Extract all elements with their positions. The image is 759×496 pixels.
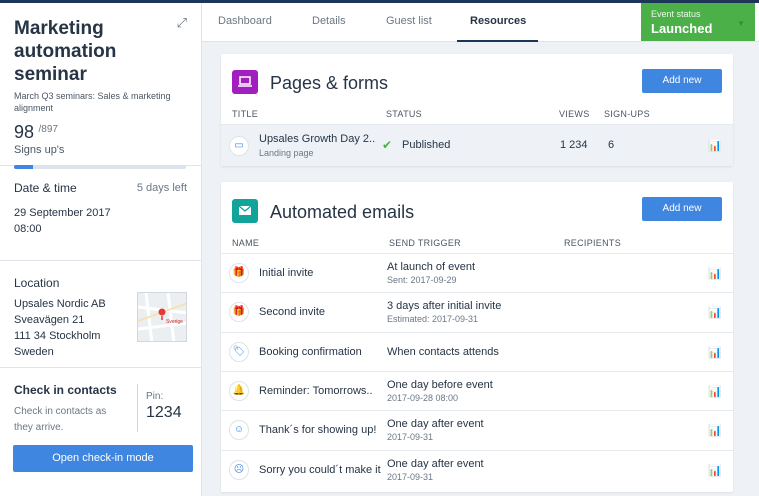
col-status: STATUS [386, 109, 422, 119]
col-views: VIEWS [559, 109, 590, 119]
map-pin-icon [158, 308, 166, 316]
bar-chart-icon[interactable]: 📊 [708, 346, 722, 359]
send-trigger: One day after event [387, 418, 484, 431]
col-title: TITLE [232, 109, 259, 119]
bar-chart-icon[interactable]: 📊 [708, 139, 722, 152]
signups-count: 98 /897 [14, 122, 187, 143]
email-name: Sorry you could´t make it [259, 463, 381, 476]
pages-forms-card: Pages & forms Add new TITLE STATUS VIEWS… [221, 54, 733, 166]
send-trigger: One day after event [387, 457, 484, 470]
page-status: Published [402, 139, 451, 151]
email-row[interactable]: 🔔 Reminder: Tomorrows.. One day before eve… [221, 370, 733, 410]
bar-chart-icon[interactable]: 📊 [708, 385, 722, 398]
trigger-date: 2017-09-31 [387, 432, 434, 443]
date-value: 29 September 2017 08:00 [14, 205, 187, 237]
gift-icon: 🎁 [229, 302, 249, 323]
email-name: Second invite [259, 306, 326, 319]
event-title: Marketing automation seminar [14, 18, 117, 85]
bar-chart-icon[interactable]: 📊 [708, 464, 722, 477]
trigger-date: Estimated: 2017-09-31 [387, 314, 479, 325]
bar-chart-icon[interactable]: 📊 [708, 267, 722, 280]
laptop-icon [232, 70, 258, 94]
email-name: Thank´s for showing up! [259, 424, 377, 437]
automated-emails-card: Automated emails Add new NAME SEND TRIGG… [221, 182, 733, 492]
add-page-button[interactable]: Add new [642, 69, 722, 93]
tab-dashboard[interactable]: Dashboard [218, 15, 272, 27]
page-signups: 6 [608, 139, 615, 151]
trigger-date: 2017-09-31 [387, 471, 434, 482]
signups-max: /897 [38, 124, 58, 135]
event-status-dropdown[interactable]: Event status Launched ▼ [641, 3, 755, 41]
status-label: Event status [651, 9, 701, 19]
trigger-date: Sent: 2017-09-29 [387, 275, 457, 285]
email-name: Booking confirmation [259, 345, 362, 358]
checkin-section: Check in contacts Check in contacts as t… [0, 368, 201, 488]
send-trigger: At launch of event [387, 261, 476, 273]
event-date: 29 September 2017 [14, 207, 111, 219]
location-map[interactable]: Sverige [137, 292, 187, 342]
add-email-button[interactable]: Add new [642, 197, 722, 221]
pages-forms-title: Pages & forms [270, 73, 389, 93]
ticket-icon: 🏷 [229, 341, 249, 362]
trigger-date: 2017-09-28 08:00 [387, 392, 459, 403]
bar-chart-icon[interactable]: 📊 [708, 424, 722, 437]
address-line: Sweden [14, 346, 54, 358]
event-sidebar: Marketing automation seminar ⤢ March Q3 … [0, 3, 202, 496]
col-send-trigger: SEND TRIGGER [389, 238, 461, 248]
gift-icon: 🎁 [229, 263, 249, 283]
tab-resources[interactable]: Resources [470, 15, 526, 27]
signups-label: Signs up's [14, 144, 65, 156]
sad-icon: ☹ [229, 459, 249, 480]
table-row[interactable]: ▭ Upsales Growth Day 2.. Landing page ✔ … [221, 124, 733, 166]
pin-value: 1234 [146, 404, 182, 421]
date-section: Date & time 5 days left 29 September 201… [0, 166, 201, 261]
send-trigger: When contacts attends [387, 345, 499, 358]
automated-emails-title: Automated emails [270, 202, 415, 222]
tab-details[interactable]: Details [312, 15, 346, 27]
event-header: Marketing automation seminar ⤢ March Q3 … [0, 3, 201, 169]
signups-number: 98 [14, 122, 35, 142]
page-views: 1 234 [560, 139, 588, 151]
tab-guest-list[interactable]: Guest list [386, 15, 432, 27]
email-name: Initial invite [259, 267, 314, 279]
col-signups: SIGN-UPS [604, 109, 650, 119]
map-image: Sverige [138, 293, 186, 341]
checkin-description: Check in contacts as they arrive. [14, 406, 107, 433]
active-tab-indicator [457, 40, 538, 42]
send-trigger: One day before event [387, 378, 493, 391]
event-time: 08:00 [14, 223, 42, 235]
envelope-icon [232, 199, 258, 223]
location-section: Location Upsales Nordic AB Sveavägen 21 … [0, 261, 201, 368]
col-name: NAME [232, 238, 260, 248]
pin-label: Pin: [146, 391, 164, 402]
email-row[interactable]: 🏷 Booking confirmation When contacts atten… [221, 331, 733, 371]
open-checkin-button[interactable]: Open check-in mode [13, 445, 193, 472]
expand-icon[interactable]: ⤢ [177, 15, 187, 31]
email-row[interactable]: ☹ Sorry you could´t make it One day after … [221, 449, 733, 489]
email-name: Reminder: Tomorrows.. [259, 384, 373, 397]
col-recipients: RECIPIENTS [564, 238, 622, 248]
check-icon: ✔ [382, 138, 393, 152]
laptop-icon: ▭ [229, 136, 249, 156]
email-row[interactable]: 🎁 Second invite 3 days after initial invit… [221, 292, 733, 331]
page-title: Upsales Growth Day 2.. [259, 133, 376, 145]
smile-icon: ☺ [229, 420, 249, 441]
map-label: Sverige [166, 319, 183, 325]
send-trigger: 3 days after initial invite [387, 300, 502, 313]
bell-icon: 🔔 [229, 380, 249, 401]
caret-down-icon: ▼ [737, 19, 745, 28]
event-subtitle: March Q3 seminars: Sales & marketing ali… [14, 91, 171, 113]
location-label: Location [14, 276, 60, 290]
email-row[interactable]: ☺ Thank´s for showing up! One day after ev… [221, 410, 733, 449]
page-type: Landing page [259, 148, 314, 158]
email-row[interactable]: 🎁 Initial invite At launch of event Sent: 2… [221, 253, 733, 292]
bar-chart-icon[interactable]: 📊 [708, 306, 722, 319]
days-left: 5 days left [136, 182, 187, 194]
pin-divider [137, 384, 138, 432]
top-navigation: Dashboard Details Guest list Resources E… [202, 3, 759, 42]
